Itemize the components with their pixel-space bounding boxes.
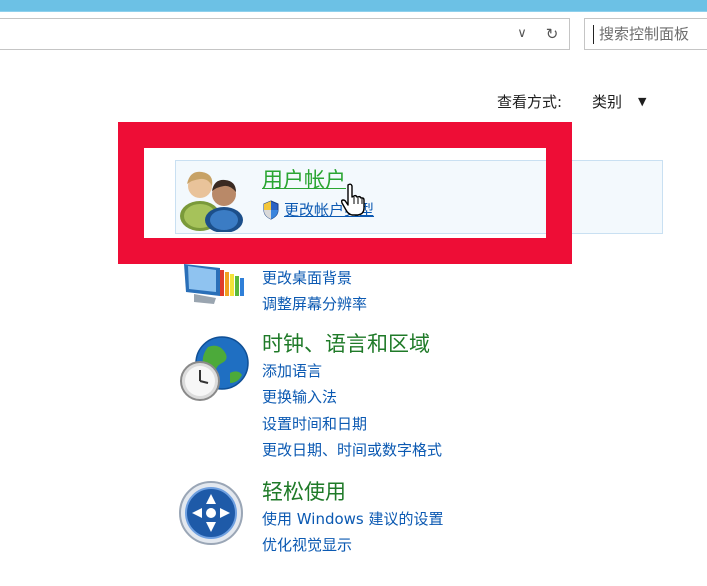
address-bar[interactable]: ∨ ↻: [0, 18, 570, 50]
category-title-user-accounts[interactable]: 用户帐户: [262, 167, 346, 193]
dropdown-arrow-icon[interactable]: ▼: [638, 92, 646, 112]
titlebar-border: [0, 11, 707, 12]
clock-globe-icon: [180, 336, 249, 401]
link-change-input-method[interactable]: 更换输入法: [262, 387, 337, 407]
link-change-date-time-number-format[interactable]: 更改日期、时间或数字格式: [262, 440, 442, 460]
search-placeholder: 搜索控制面板: [599, 25, 690, 43]
category-title-clock-language-region[interactable]: 时钟、语言和区域: [262, 331, 430, 357]
link-change-desktop-background[interactable]: 更改桌面背景: [262, 268, 352, 288]
view-by-selector[interactable]: 查看方式: 类别 ▼: [497, 92, 646, 112]
text-caret: [593, 25, 594, 44]
appearance-monitor-icon: [184, 264, 244, 304]
link-set-time-and-date[interactable]: 设置时间和日期: [262, 414, 367, 434]
link-adjust-screen-resolution[interactable]: 调整屏幕分辨率: [262, 294, 367, 314]
category-user-accounts-hover[interactable]: [175, 160, 663, 234]
refresh-icon[interactable]: ↻: [543, 24, 561, 44]
uac-shield-icon: [263, 200, 279, 220]
view-by-value[interactable]: 类别: [592, 92, 622, 112]
view-by-label: 查看方式:: [497, 93, 563, 111]
user-accounts-icon: [180, 171, 243, 232]
search-input[interactable]: 搜索控制面板: [584, 18, 707, 50]
category-title-ease-of-access[interactable]: 轻松使用: [262, 479, 346, 505]
window-titlebar: [0, 0, 707, 11]
link-add-language[interactable]: 添加语言: [262, 361, 322, 381]
link-optimize-visual-display[interactable]: 优化视觉显示: [262, 535, 352, 555]
ease-of-access-icon: [179, 481, 243, 545]
link-use-windows-recommended-settings[interactable]: 使用 Windows 建议的设置: [262, 509, 444, 529]
chevron-down-icon[interactable]: ∨: [514, 24, 530, 44]
hand-pointer-cursor-icon: [340, 183, 365, 216]
